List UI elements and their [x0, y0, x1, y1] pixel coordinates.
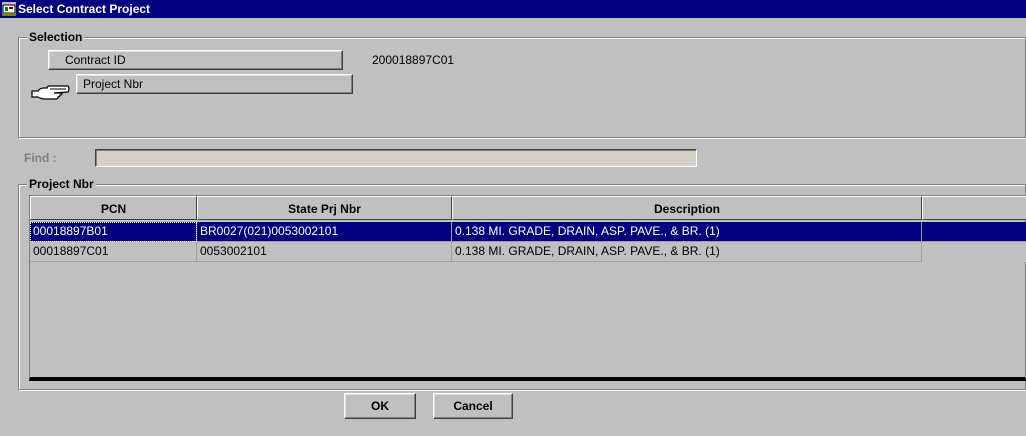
table-cell-pcn[interactable]: 00018897C01 [30, 242, 197, 262]
app-window-icon[interactable] [2, 2, 16, 16]
column-header-state-prj-nbr[interactable]: State Prj Nbr [197, 196, 452, 220]
project-nbr-label[interactable]: Project Nbr [76, 74, 353, 94]
project-legend: Project Nbr [27, 176, 96, 192]
find-input[interactable] [95, 149, 697, 167]
project-grid[interactable]: PCN State Prj Nbr Description 00018897B0… [29, 195, 1026, 381]
table-cell-state-prj-nbr[interactable]: BR0027(021)0053002101 [197, 222, 452, 242]
table-row[interactable]: 00018897B01 BR0027(021)0053002101 0.138 … [30, 222, 1026, 242]
table-cell-state-prj-nbr[interactable]: 0053002101 [197, 242, 452, 262]
grid-header: PCN State Prj Nbr Description [30, 196, 1026, 220]
table-cell-description[interactable]: 0.138 MI. GRADE, DRAIN, ASP. PAVE., & BR… [452, 242, 922, 262]
title-bar[interactable]: Select Contract Project [0, 0, 1026, 18]
find-label: Find : [24, 151, 57, 165]
column-header-pcn[interactable]: PCN [30, 196, 197, 220]
window-title: Select Contract Project [18, 2, 151, 16]
ok-button[interactable]: OK [344, 393, 416, 419]
contract-id-label-text: Contract ID [65, 53, 126, 67]
pointing-hand-icon [30, 80, 70, 100]
selection-legend: Selection [27, 29, 85, 45]
project-nbr-label-text: Project Nbr [83, 77, 144, 91]
table-cell-description[interactable]: 0.138 MI. GRADE, DRAIN, ASP. PAVE., & BR… [452, 222, 922, 242]
cancel-button[interactable]: Cancel [433, 393, 513, 419]
contract-id-value: 200018897C01 [372, 53, 455, 67]
table-cell-filler [922, 242, 1026, 262]
table-row[interactable]: 00018897C01 0053002101 0.138 MI. GRADE, … [30, 242, 1026, 262]
column-header-filler [922, 196, 1026, 220]
table-cell-pcn[interactable]: 00018897B01 [30, 222, 197, 242]
column-header-description[interactable]: Description [452, 196, 922, 220]
contract-id-label[interactable]: Contract ID [48, 50, 343, 70]
table-cell-filler [922, 222, 1026, 242]
